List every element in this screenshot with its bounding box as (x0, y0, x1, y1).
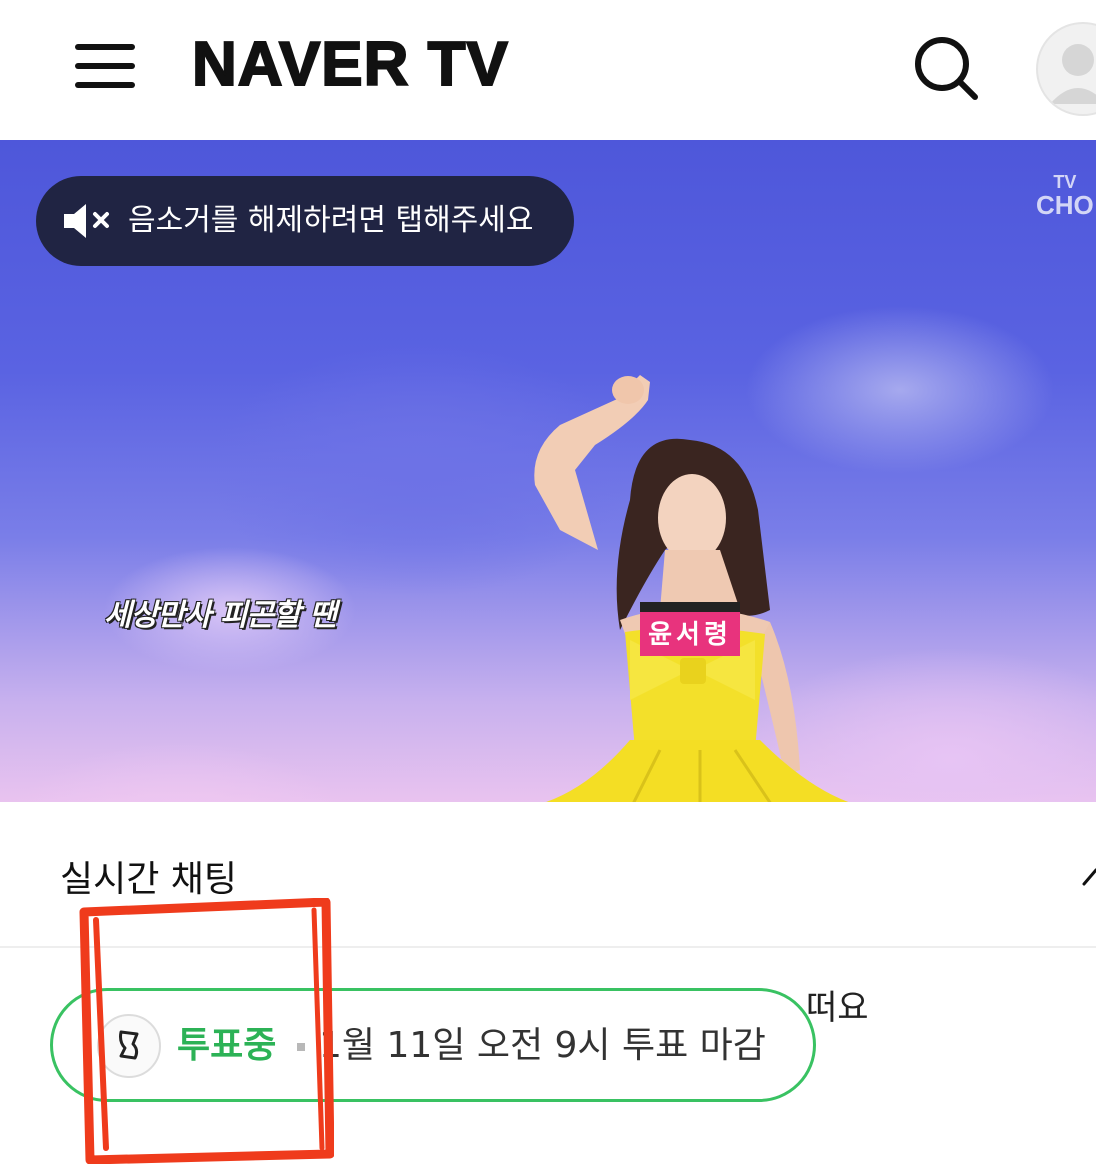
chevron-up-icon[interactable] (1078, 860, 1096, 890)
video-player[interactable]: TV CHO 윤서령 세상만사 피곤할 땐 음소거를 해제하려면 탭해주세요 (0, 140, 1096, 802)
unmute-hint-text: 음소거를 해제하려면 탭해주세요 (128, 203, 534, 238)
naver-tv-logo[interactable]: NAVER TV (191, 29, 509, 100)
app-header: NAVER TV (0, 0, 1096, 141)
chat-message-fragment: 떠요 (806, 988, 869, 1028)
menu-line (75, 82, 135, 88)
contestant-name-tag: 윤서령 (640, 602, 740, 656)
red-annotation-box (79, 898, 334, 1164)
menu-line (75, 44, 135, 50)
unmute-toast-button[interactable]: 음소거를 해제하려면 탭해주세요 (36, 176, 574, 266)
video-subtitle: 세상만사 피곤할 땐 (104, 598, 337, 633)
channel-watermark: TV CHO (1036, 172, 1094, 220)
profile-avatar-icon[interactable] (1036, 22, 1096, 116)
muted-speaker-icon (62, 202, 114, 244)
menu-icon[interactable] (75, 44, 135, 88)
performer-figure (534, 375, 849, 802)
vote-deadline-text: 1월 11일 오전 9시 투표 마감 (319, 1025, 766, 1066)
search-icon[interactable] (912, 34, 980, 102)
live-chat-title: 실시간 채팅 (60, 859, 238, 900)
menu-line (75, 63, 135, 69)
